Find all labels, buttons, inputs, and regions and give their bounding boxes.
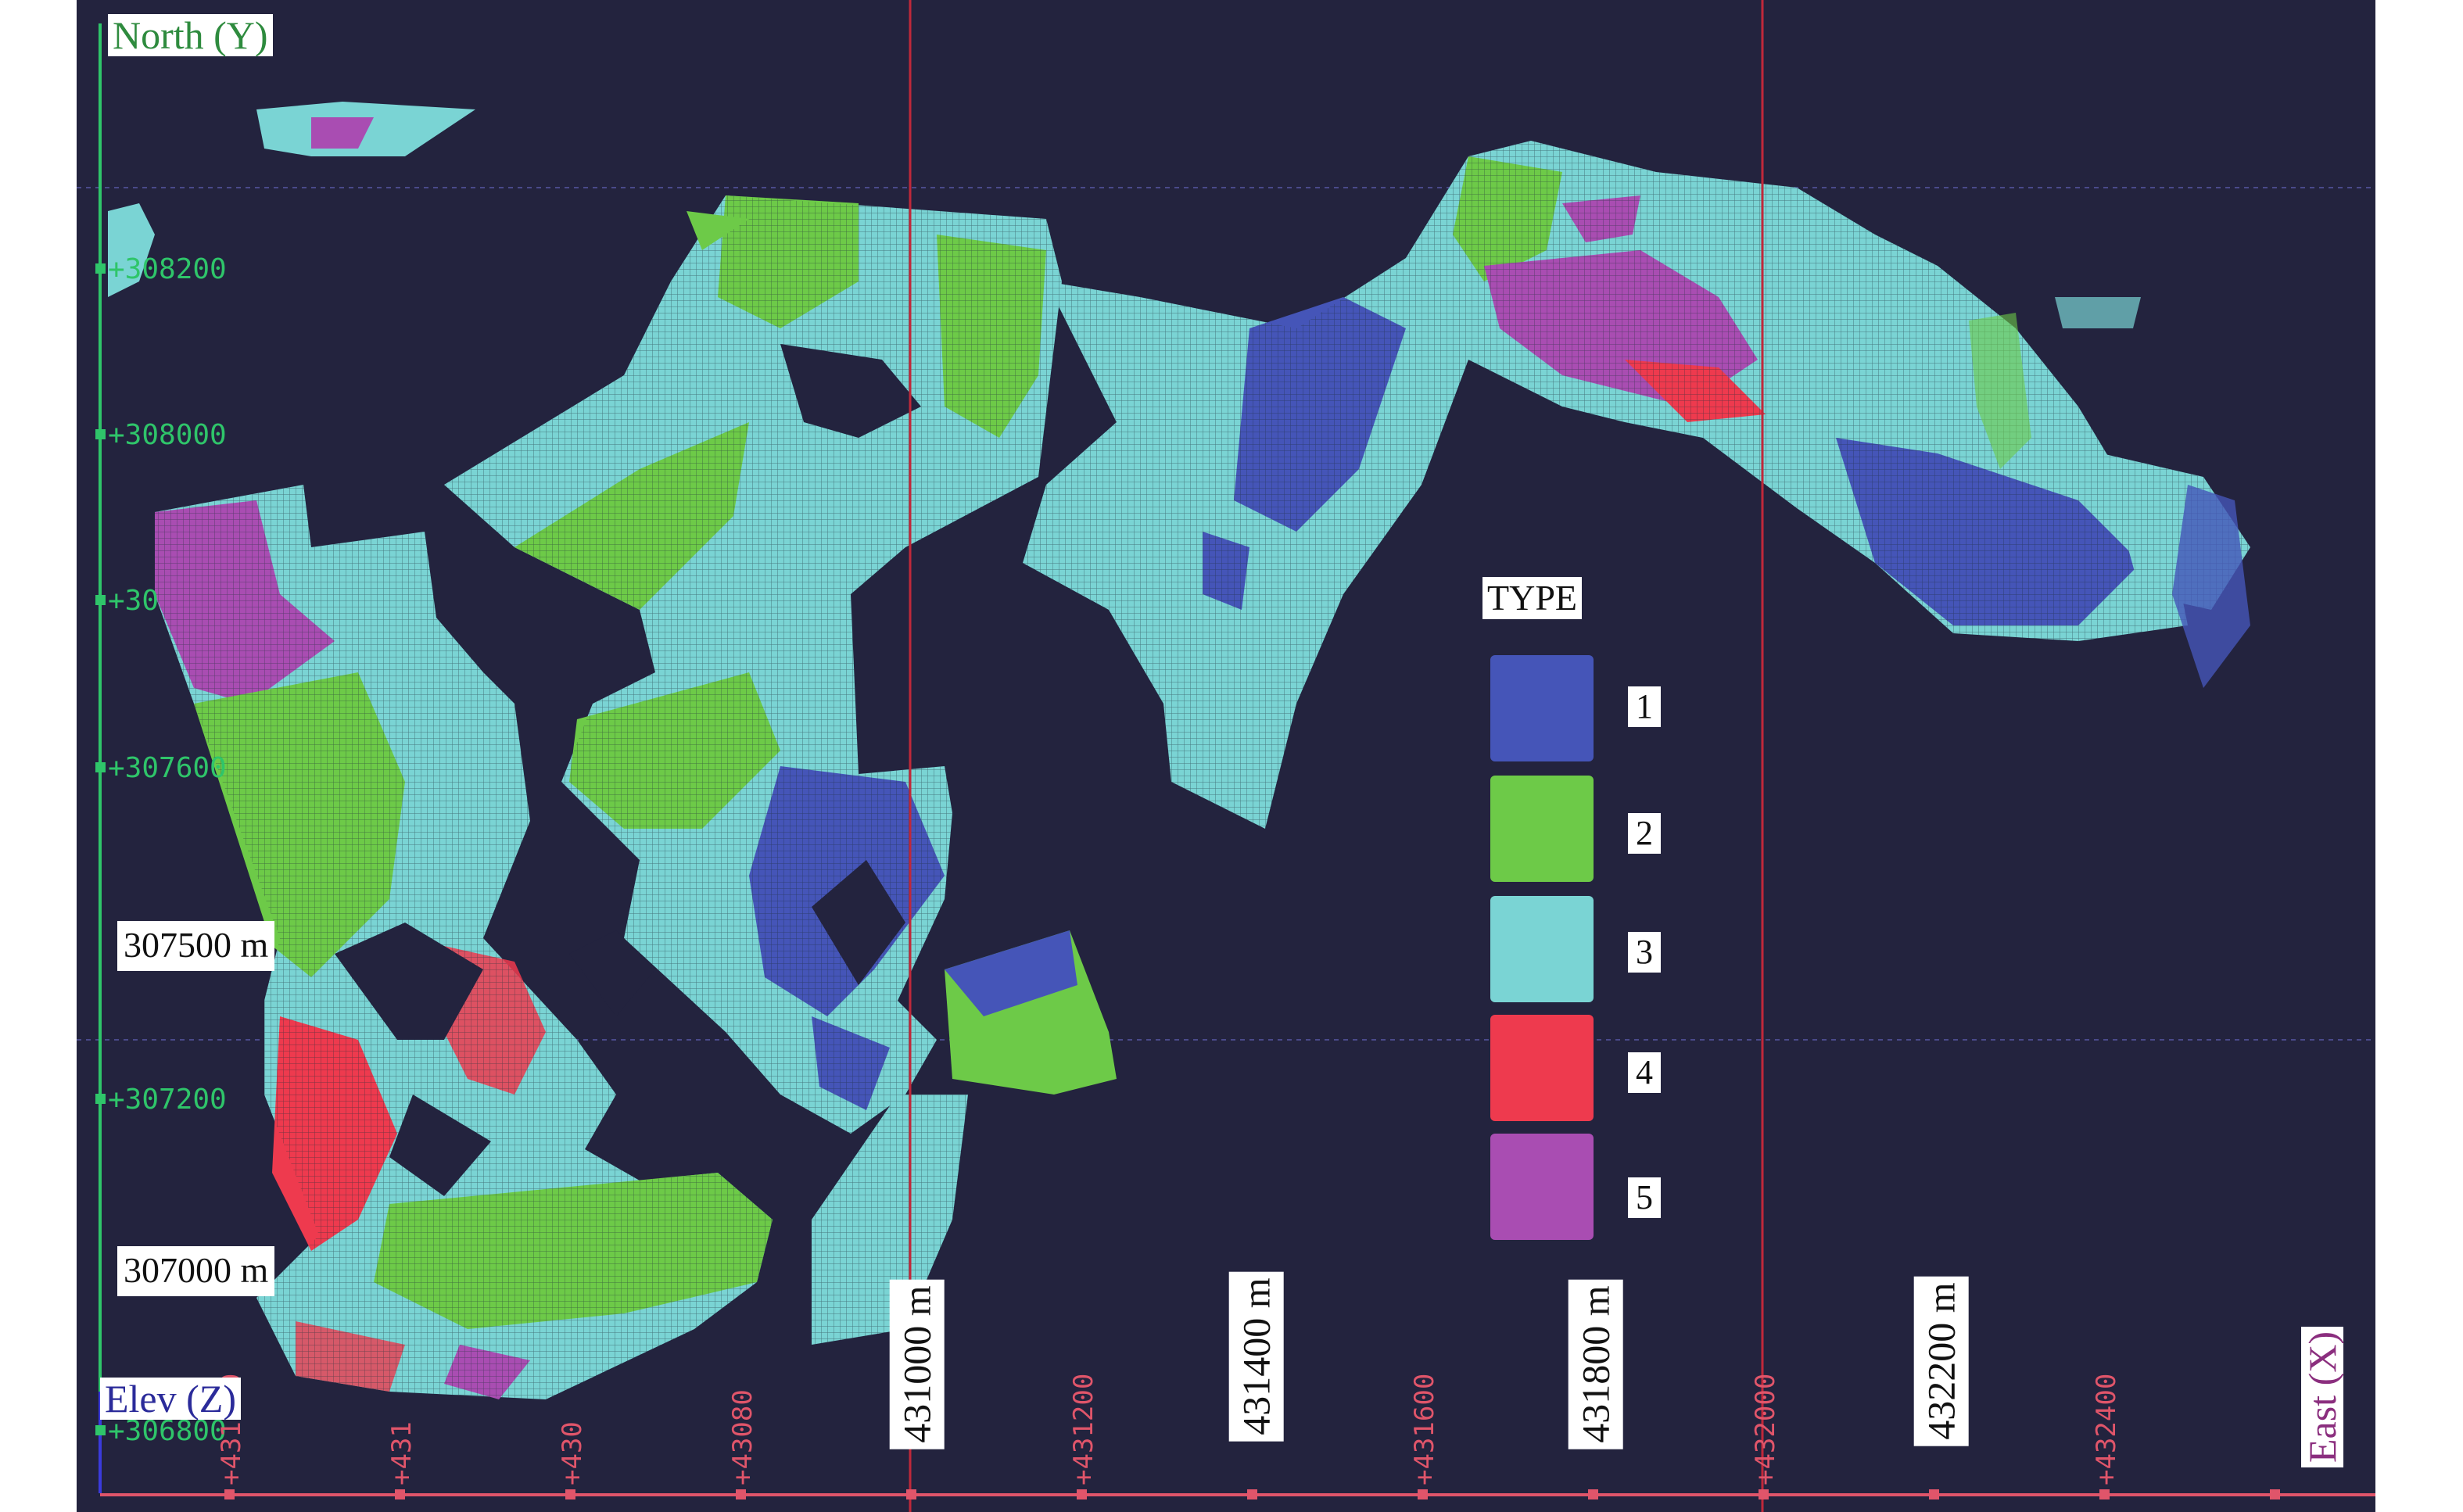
legend-swatch-4	[1490, 1015, 1594, 1121]
y-tick-mark	[95, 762, 106, 772]
y-tick-label: +307600	[108, 752, 227, 784]
legend-label-1: 1	[1628, 686, 1661, 727]
legend-label-4: 4	[1628, 1052, 1661, 1093]
east-axis-label: East (X)	[2300, 1327, 2344, 1467]
x-coord-label-432200: 432200 m	[1913, 1276, 1969, 1446]
x-tick-label: +431600	[1409, 1373, 1440, 1485]
x-tick-mark	[1588, 1489, 1598, 1499]
x-coord-label-431000: 431000 m	[889, 1279, 945, 1449]
x-tick-mark	[1418, 1489, 1428, 1499]
x-tick-label: +432400	[2091, 1373, 2122, 1485]
y-tick-label: +30	[108, 585, 160, 617]
y-tick-mark	[95, 263, 106, 274]
legend-swatch-3	[1490, 896, 1594, 1002]
north-axis-label: North (Y)	[108, 14, 273, 56]
x-tick-label: +430	[557, 1421, 588, 1485]
legend-swatch-2	[1490, 776, 1594, 882]
legend-swatch-1	[1490, 655, 1594, 761]
x-tick-mark	[224, 1489, 235, 1499]
y-tick-label: +308200	[108, 253, 227, 285]
x-tick-mark	[2099, 1489, 2110, 1499]
map-viewport[interactable]: +308200 +308000 +30 +307600 +307200 +306…	[77, 0, 2375, 1512]
x-tick-label: +431200	[1068, 1373, 1099, 1485]
x-coord-label-431800: 431800 m	[1568, 1279, 1623, 1449]
x-tick-mark	[1929, 1489, 1939, 1499]
x-coord-label-431400: 431400 m	[1228, 1271, 1284, 1442]
x-tick-label: +431	[386, 1421, 418, 1485]
x-tick-mark	[1247, 1489, 1257, 1499]
x-tick-mark	[1759, 1489, 1769, 1499]
ore-body-north-belt	[1023, 141, 2188, 829]
legend-label-2: 2	[1628, 813, 1661, 854]
x-tick-mark	[906, 1489, 916, 1499]
legend-label-3: 3	[1628, 932, 1661, 973]
x-tick-label: +43080	[727, 1389, 758, 1485]
legend-title: TYPE	[1482, 577, 1582, 619]
x-tick-mark	[736, 1489, 746, 1499]
y-tick-mark	[95, 1094, 106, 1104]
y-coord-label-307000: 307000 m	[117, 1246, 275, 1296]
x-tick-mark	[1077, 1489, 1087, 1499]
x-tick-mark	[395, 1489, 405, 1499]
x-tick-label: +432000	[1750, 1373, 1781, 1485]
elev-axis-label: Elev (Z)	[100, 1378, 241, 1420]
y-tick-mark	[95, 429, 106, 439]
geology-block-model[interactable]	[77, 0, 2375, 1512]
y-tick-label: +308000	[108, 419, 227, 451]
y-tick-mark	[95, 1425, 106, 1435]
legend-swatch-5	[1490, 1134, 1594, 1240]
x-tick-mark	[565, 1489, 575, 1499]
legend-label-5: 5	[1628, 1177, 1661, 1218]
x-tick-mark	[2270, 1489, 2280, 1499]
y-tick-label: +307200	[108, 1084, 227, 1116]
y-coord-label-307500: 307500 m	[117, 921, 275, 971]
y-tick-mark	[95, 595, 106, 605]
